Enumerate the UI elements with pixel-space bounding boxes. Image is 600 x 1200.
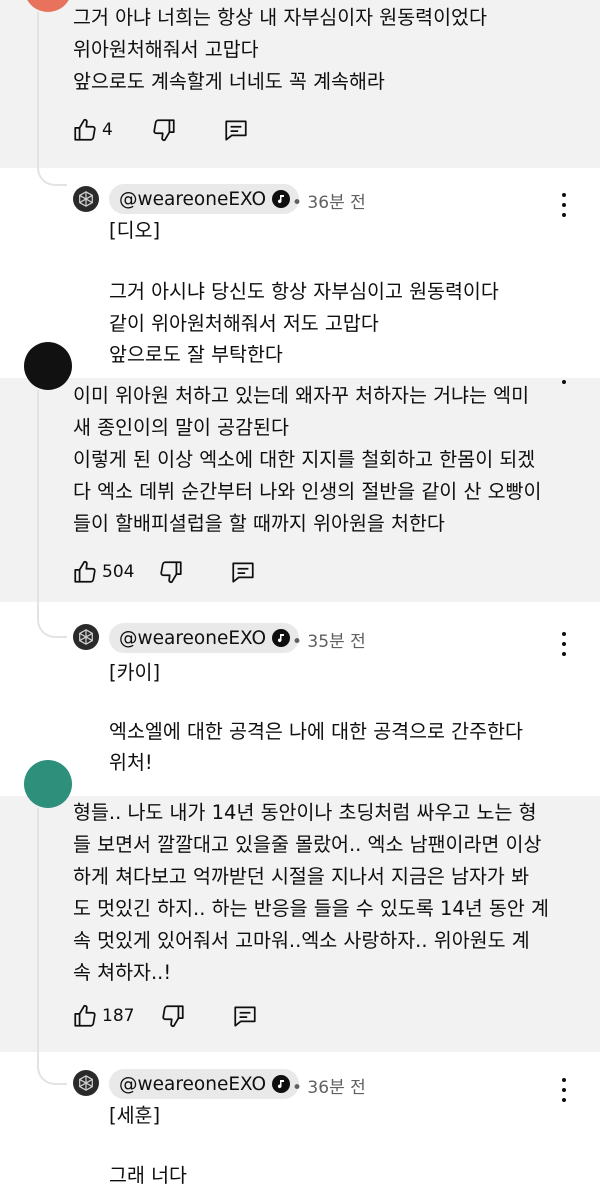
comment-actions: 504 — [72, 556, 256, 588]
thread-line — [37, 12, 67, 186]
dislike-button[interactable] — [151, 117, 177, 143]
reply-text-line: 위처! — [109, 751, 153, 774]
channel-handle: @weareoneEXO — [119, 188, 267, 210]
reply-member-tag: [세훈] — [109, 1104, 161, 1127]
comment-text-line: 그거 아냐 너희는 항상 내 자부심이자 원동력이었다 — [73, 6, 487, 29]
thread-line — [37, 390, 67, 638]
reply-time: • 35분 전 — [292, 632, 366, 652]
reply-member-tag: [디오] — [109, 219, 161, 242]
music-note-verified-icon — [272, 190, 291, 208]
more-vertical-icon — [562, 193, 566, 197]
comment-text-line: 새 종인이의 말이 공감된다 — [73, 416, 289, 439]
comment-text-line: 속 쳐하자..! — [73, 961, 172, 984]
more-options-button[interactable] — [555, 632, 573, 656]
comment-text-line: 들이 할배피셜럽을 할 때까지 위아원을 처한다 — [73, 512, 445, 535]
like-count: 4 — [102, 120, 113, 140]
more-vertical-icon — [562, 632, 566, 636]
comment-text-line: 이렇게 된 이상 엑소에 대한 지지를 철회하고 한몸이 되겠 — [73, 448, 536, 471]
comment-reply-icon — [232, 562, 255, 583]
reply-text-line: 엑소엘에 대한 공격은 나에 대한 공격으로 간주한다 — [109, 720, 523, 743]
more-options-button[interactable] — [555, 193, 573, 217]
comment-reply-icon — [225, 120, 247, 141]
reply-member-tag: [카이] — [109, 661, 161, 684]
channel-avatar[interactable] — [73, 1070, 99, 1096]
thumbs-down-icon — [153, 119, 175, 142]
channel-handle-chip[interactable]: @weareoneEXO — [109, 1069, 300, 1099]
reply-time: • 36분 전 — [292, 193, 366, 213]
more-vertical-icon[interactable] — [562, 380, 566, 384]
channel-handle-chip[interactable]: @weareoneEXO — [109, 184, 300, 214]
comment-text-line: 들 보면서 깔깔대고 있을줄 몰랐어.. 엑소 남팬이라면 이상 — [73, 833, 542, 856]
comment-actions: 187 — [72, 1000, 258, 1032]
channel-handle-chip[interactable]: @weareoneEXO — [109, 623, 300, 653]
like-button[interactable]: 187 — [72, 1003, 134, 1029]
commenter-avatar[interactable] — [24, 760, 72, 808]
exo-logo-icon — [79, 1075, 93, 1091]
like-button[interactable]: 4 — [72, 117, 113, 143]
comment-actions: 4 — [72, 114, 249, 146]
like-count: 187 — [102, 1006, 135, 1026]
dislike-button[interactable] — [158, 559, 184, 585]
reply-button[interactable] — [223, 117, 249, 143]
more-options-button[interactable] — [555, 1078, 573, 1102]
comment-text-line: 도 멋있긴 하지.. 하는 반응을 들을 수 있도록 14년 동안 계 — [73, 897, 549, 920]
more-vertical-icon — [562, 1078, 566, 1082]
commenter-avatar[interactable] — [24, 342, 72, 390]
exo-logo-icon — [79, 629, 93, 645]
like-count: 504 — [102, 562, 135, 582]
comment-text-line: 위아원처해줘서 고맙다 — [73, 38, 259, 61]
exo-logo-icon — [79, 191, 93, 207]
thumbs-up-icon — [74, 560, 96, 583]
reply-button[interactable] — [232, 1003, 258, 1029]
thumbs-down-icon — [162, 1005, 185, 1028]
music-note-verified-icon — [272, 629, 291, 647]
comment-reply-icon — [234, 1006, 257, 1027]
comment-text-line: 이미 위아원 처하고 있는데 왜자꾸 처하자는 거냐는 엑미 — [73, 384, 530, 407]
reply-text-line: 그래 너다 — [109, 1164, 187, 1187]
like-button[interactable]: 504 — [72, 559, 134, 585]
comment-text-line: 하게 쳐다보고 억까받던 시절을 지나서 지금은 남자가 봐 — [73, 865, 530, 888]
thumbs-down-icon — [160, 561, 183, 584]
dislike-button[interactable] — [160, 1003, 186, 1029]
channel-handle: @weareoneEXO — [119, 1073, 267, 1095]
reply-text-line: 같이 위아원처해줘서 저도 고맙다 — [109, 312, 379, 335]
thread-line — [37, 808, 67, 1085]
reply-time: • 36분 전 — [292, 1078, 366, 1098]
comment-text-line: 속 멋있게 있어줘서 고마워..엑소 사랑하자.. 위아원도 계 — [73, 929, 530, 952]
channel-handle: @weareoneEXO — [119, 627, 267, 649]
thumbs-up-icon — [74, 1004, 96, 1027]
channel-avatar[interactable] — [73, 624, 99, 650]
channel-avatar[interactable] — [73, 186, 99, 212]
thumbs-up-icon — [74, 118, 96, 141]
reply-text-line: 그거 아시냐 당신도 항상 자부심이고 원동력이다 — [109, 280, 499, 303]
music-note-verified-icon — [272, 1075, 291, 1093]
reply-button[interactable] — [230, 559, 256, 585]
comment-text-line: 다 엑소 데뷔 순간부터 나와 인생의 절반을 같이 산 오빵이 — [73, 480, 542, 503]
comment-text-line: 앞으로도 계속할게 너네도 꼭 계속해라 — [73, 70, 385, 93]
reply-text-line: 앞으로도 잘 부탁한다 — [109, 343, 283, 366]
comment-text-line: 형들.. 나도 내가 14년 동안이나 초딩처럼 싸우고 노는 형 — [73, 801, 537, 824]
